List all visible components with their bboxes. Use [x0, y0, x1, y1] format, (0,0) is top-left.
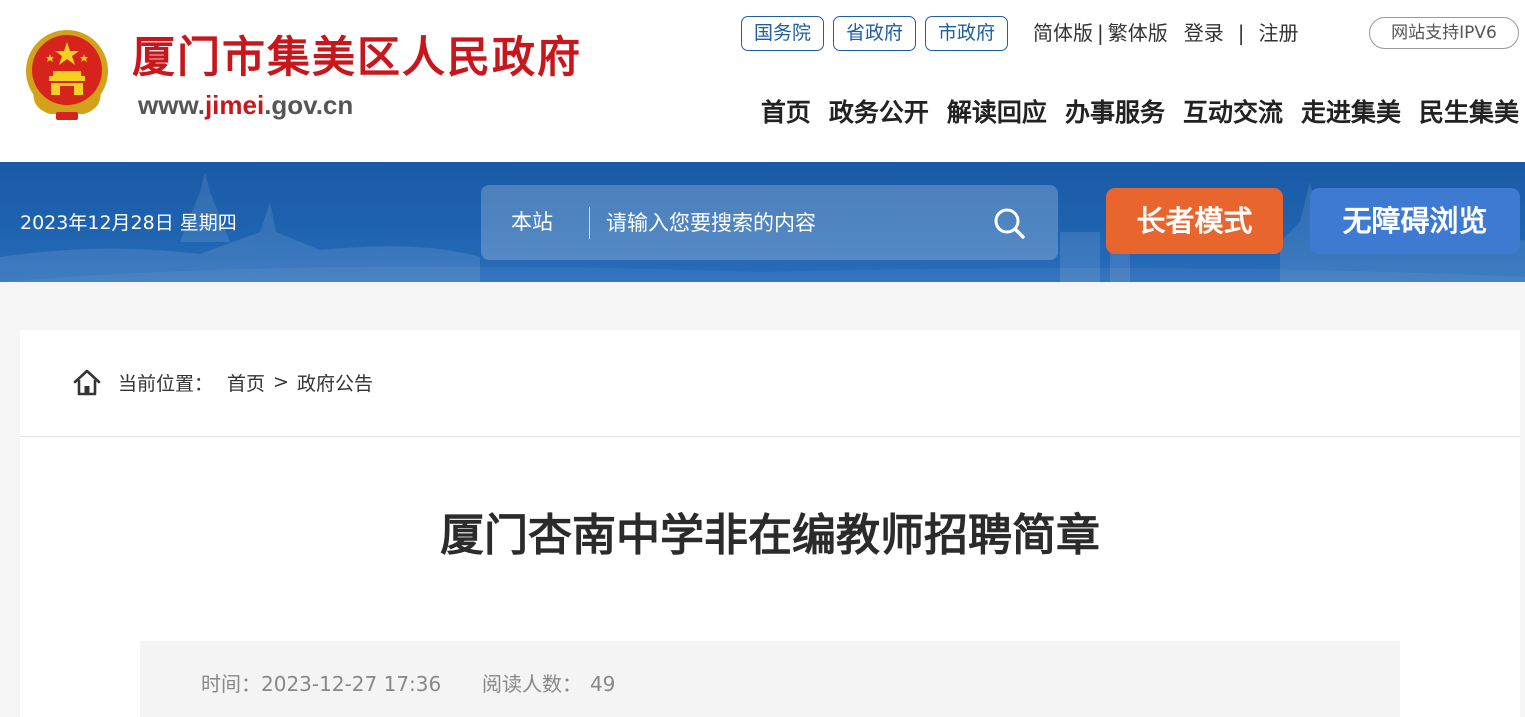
nav-interaction[interactable]: 互动交流 [1183, 92, 1283, 134]
current-date: 2023年12月28日 星期四 [20, 212, 237, 234]
breadcrumb-label: 当前位置： [118, 372, 214, 395]
auth-divider: | [1237, 21, 1245, 45]
time-label: 时间： [201, 672, 261, 696]
publish-time: 2023-12-27 17:36 [261, 672, 442, 696]
search-divider [589, 207, 590, 239]
site-url-suffix: .gov.cn [264, 90, 354, 120]
national-emblem-icon[interactable] [20, 26, 114, 122]
site-url-prefix: www. [138, 90, 205, 120]
article-title: 厦门杏南中学非在编教师招聘简章 [440, 510, 1100, 561]
views-label: 阅读人数： [481, 672, 582, 696]
main-nav: 首页 政务公开 解读回应 办事服务 互动交流 走进集美 民生集美 [743, 92, 1519, 134]
lang-divider: | [1097, 21, 1104, 45]
article-meta-bar: 时间：2023-12-27 17:36 阅读人数： 49 [140, 641, 1400, 717]
site-header: 厦门市集美区人民政府 www.jimei.gov.cn 国务院 省政府 市政府 … [0, 0, 1525, 162]
breadcrumb-gov-notices[interactable]: 政府公告 [297, 369, 373, 396]
nav-about-jimei[interactable]: 走进集美 [1301, 92, 1401, 134]
search-scope-select[interactable]: 本站 [511, 207, 553, 237]
elder-mode-button[interactable]: 长者模式 [1106, 188, 1283, 254]
article-panel: 当前位置： 首页 > 政府公告 厦门杏南中学非在编教师招聘简章 时间：2023-… [20, 330, 1520, 717]
banner: 2023年12月28日 星期四 本站 长者模式 无障碍浏览 [0, 162, 1525, 282]
city-gov-link[interactable]: 市政府 [925, 15, 1009, 51]
view-count: 49 [589, 672, 616, 696]
home-icon [73, 369, 101, 396]
nav-gov-affairs[interactable]: 政务公开 [829, 92, 929, 134]
nav-livelihood[interactable]: 民生集美 [1419, 92, 1519, 134]
traditional-chinese-link[interactable]: 繁体版 [1108, 15, 1168, 51]
search-input[interactable] [606, 203, 976, 243]
search-box: 本站 [481, 185, 1058, 260]
breadcrumb-separator: > [273, 371, 289, 393]
site-url-highlight: jimei [204, 90, 265, 120]
site-url[interactable]: www.jimei.gov.cn [138, 88, 353, 122]
ipv6-badge: 网站支持IPV6 [1369, 17, 1519, 49]
provincial-gov-link[interactable]: 省政府 [833, 15, 917, 51]
site-name[interactable]: 厦门市集美区人民政府 [132, 28, 582, 88]
simplified-chinese-link[interactable]: 简体版 [1033, 15, 1093, 51]
nav-interpretation[interactable]: 解读回应 [947, 92, 1047, 134]
state-council-link[interactable]: 国务院 [741, 15, 825, 51]
divider [20, 436, 1520, 437]
breadcrumb-home[interactable]: 首页 [227, 369, 265, 396]
search-icon[interactable] [991, 205, 1027, 241]
breadcrumb: 当前位置： 首页 > 政府公告 [72, 366, 373, 398]
article-meta: 时间：2023-12-27 17:36 阅读人数： 49 [201, 669, 615, 699]
nav-home[interactable]: 首页 [761, 92, 811, 134]
top-links: 国务院 省政府 市政府 简体版 | 繁体版 登录 | 注册 [741, 15, 1299, 51]
accessible-browsing-button[interactable]: 无障碍浏览 [1310, 188, 1520, 254]
register-link[interactable]: 注册 [1259, 15, 1299, 51]
nav-services[interactable]: 办事服务 [1065, 92, 1165, 134]
login-link[interactable]: 登录 [1184, 15, 1224, 51]
